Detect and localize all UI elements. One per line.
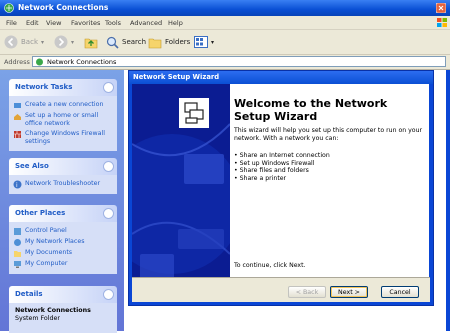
network-setup-wizard-dialog: Network Setup Wizard Welcome to the Netw… — [128, 70, 434, 306]
dialog-title-bar[interactable]: Network Setup Wizard — [129, 71, 433, 84]
windows-logo-icon — [437, 18, 447, 27]
list-item: Share a printer — [234, 175, 330, 183]
folders-button[interactable]: Folders — [148, 35, 190, 49]
place-my-computer[interactable]: My Computer — [9, 259, 117, 270]
details-header[interactable]: Details — [9, 286, 117, 303]
wizard-feature-list: Share an Internet connection Set up Wind… — [234, 152, 330, 182]
address-bar: Address Network Connections — [0, 55, 450, 70]
window-title: Network Connections — [18, 3, 109, 12]
address-label: Address — [4, 58, 30, 66]
menu-view[interactable]: View — [46, 19, 61, 27]
control-panel-icon — [14, 228, 21, 235]
wizard-content: Welcome to the Network Setup Wizard This… — [230, 84, 429, 277]
details-panel: Details Network Connections System Folde… — [9, 286, 117, 333]
window-title-bar[interactable]: Network Connections — [0, 0, 450, 16]
computer-icon — [14, 261, 21, 268]
see-also-troubleshooter[interactable]: i Network Troubleshooter — [9, 179, 117, 190]
list-item: Set up Windows Firewall — [234, 160, 330, 168]
new-connection-icon — [14, 103, 21, 108]
wizard-computer-icon — [179, 98, 209, 128]
task-label: Set up a home or small office network — [25, 112, 99, 127]
place-label: My Computer — [25, 260, 68, 267]
menu-advanced[interactable]: Advanced — [130, 19, 162, 27]
forward-button[interactable]: ▾ — [54, 35, 74, 49]
details-name: Network Connections — [15, 307, 91, 314]
network-places-icon — [14, 239, 21, 246]
place-label: Control Panel — [25, 227, 67, 234]
back-label: Back — [21, 38, 38, 46]
menu-bar: File Edit View Favorites Tools Advanced … — [0, 16, 450, 30]
menu-help[interactable]: Help — [168, 19, 183, 27]
network-tasks-panel: Network Tasks Create a new connection Se… — [9, 79, 117, 151]
wizard-heading: Welcome to the Network Setup Wizard — [234, 97, 388, 123]
place-label: My Documents — [25, 249, 73, 256]
address-field[interactable]: Network Connections — [32, 56, 446, 67]
place-control-panel[interactable]: Control Panel — [9, 226, 117, 237]
back-dropdown-icon[interactable]: ▾ — [41, 39, 44, 46]
task-firewall-settings[interactable]: Change Windows Firewall settings — [9, 129, 117, 147]
wizard-continue-text: To continue, click Next. — [234, 262, 306, 269]
collapse-chevron-icon[interactable] — [103, 82, 114, 93]
details-type: System Folder — [15, 315, 60, 322]
menu-favorites[interactable]: Favorites — [71, 19, 100, 27]
forward-arrow-icon — [54, 35, 68, 49]
task-home-network[interactable]: Set up a home or small office network — [9, 111, 117, 129]
network-tasks-title: Network Tasks — [15, 83, 73, 91]
collapse-chevron-icon[interactable] — [103, 208, 114, 219]
views-button[interactable]: ▾ — [194, 35, 214, 49]
forward-dropdown-icon[interactable]: ▾ — [71, 39, 74, 46]
place-label: My Network Places — [25, 238, 85, 245]
firewall-icon — [14, 131, 21, 138]
address-value: Network Connections — [47, 58, 117, 66]
help-icon: i — [13, 180, 22, 189]
folders-icon — [148, 38, 162, 48]
task-create-connection[interactable]: Create a new connection — [9, 100, 117, 111]
home-network-icon — [14, 114, 21, 120]
see-also-panel: See Also i Network Troubleshooter — [9, 158, 117, 194]
place-my-documents[interactable]: My Documents — [9, 248, 117, 259]
next-button[interactable]: Next > — [330, 286, 368, 298]
views-dropdown-icon: ▾ — [211, 38, 215, 46]
search-label: Search — [122, 38, 147, 46]
dialog-title: Network Setup Wizard — [133, 73, 220, 81]
back-button-wizard[interactable]: < Back — [288, 286, 326, 298]
collapse-chevron-icon[interactable] — [103, 161, 114, 172]
task-label: Create a new connection — [25, 101, 104, 108]
search-button[interactable]: Search — [106, 35, 146, 49]
task-pane: Network Tasks Create a new connection Se… — [0, 70, 124, 333]
search-icon — [106, 36, 119, 49]
other-places-header[interactable]: Other Places — [9, 205, 117, 222]
list-item: Share files and folders — [234, 167, 330, 175]
wizard-intro: This wizard will help you set up this co… — [234, 127, 423, 142]
wizard-button-bar: < Back Next > Cancel — [132, 277, 430, 302]
collapse-chevron-icon[interactable] — [103, 289, 114, 300]
window-close-icon[interactable] — [436, 3, 446, 13]
see-also-header[interactable]: See Also — [9, 158, 117, 175]
menu-file[interactable]: File — [6, 19, 17, 27]
other-places-title: Other Places — [15, 209, 66, 217]
see-also-title: See Also — [15, 162, 49, 170]
menu-edit[interactable]: Edit — [26, 19, 39, 27]
network-connections-icon — [4, 3, 14, 13]
cancel-button[interactable]: Cancel — [381, 286, 419, 298]
network-connections-small-icon — [36, 58, 43, 66]
folders-label: Folders — [165, 38, 191, 46]
list-item: Share an Internet connection — [234, 152, 330, 160]
place-my-network-places[interactable]: My Network Places — [9, 237, 117, 248]
toolbar: Back ▾ ▾ Search Folders ▾ — [0, 30, 450, 55]
details-title: Details — [15, 290, 43, 298]
menu-tools[interactable]: Tools — [105, 19, 121, 27]
views-icon — [194, 36, 208, 48]
wizard-banner-art — [132, 84, 230, 302]
task-label: Change Windows Firewall settings — [25, 130, 105, 145]
back-arrow-icon — [4, 35, 18, 49]
window-right-border — [446, 70, 450, 331]
network-tasks-header[interactable]: Network Tasks — [9, 79, 117, 96]
documents-folder-icon — [14, 251, 21, 257]
see-also-label: Network Troubleshooter — [25, 180, 101, 187]
other-places-panel: Other Places Control Panel My Network Pl… — [9, 205, 117, 274]
back-button[interactable]: Back ▾ — [4, 35, 44, 49]
up-folder-icon[interactable] — [84, 35, 98, 49]
